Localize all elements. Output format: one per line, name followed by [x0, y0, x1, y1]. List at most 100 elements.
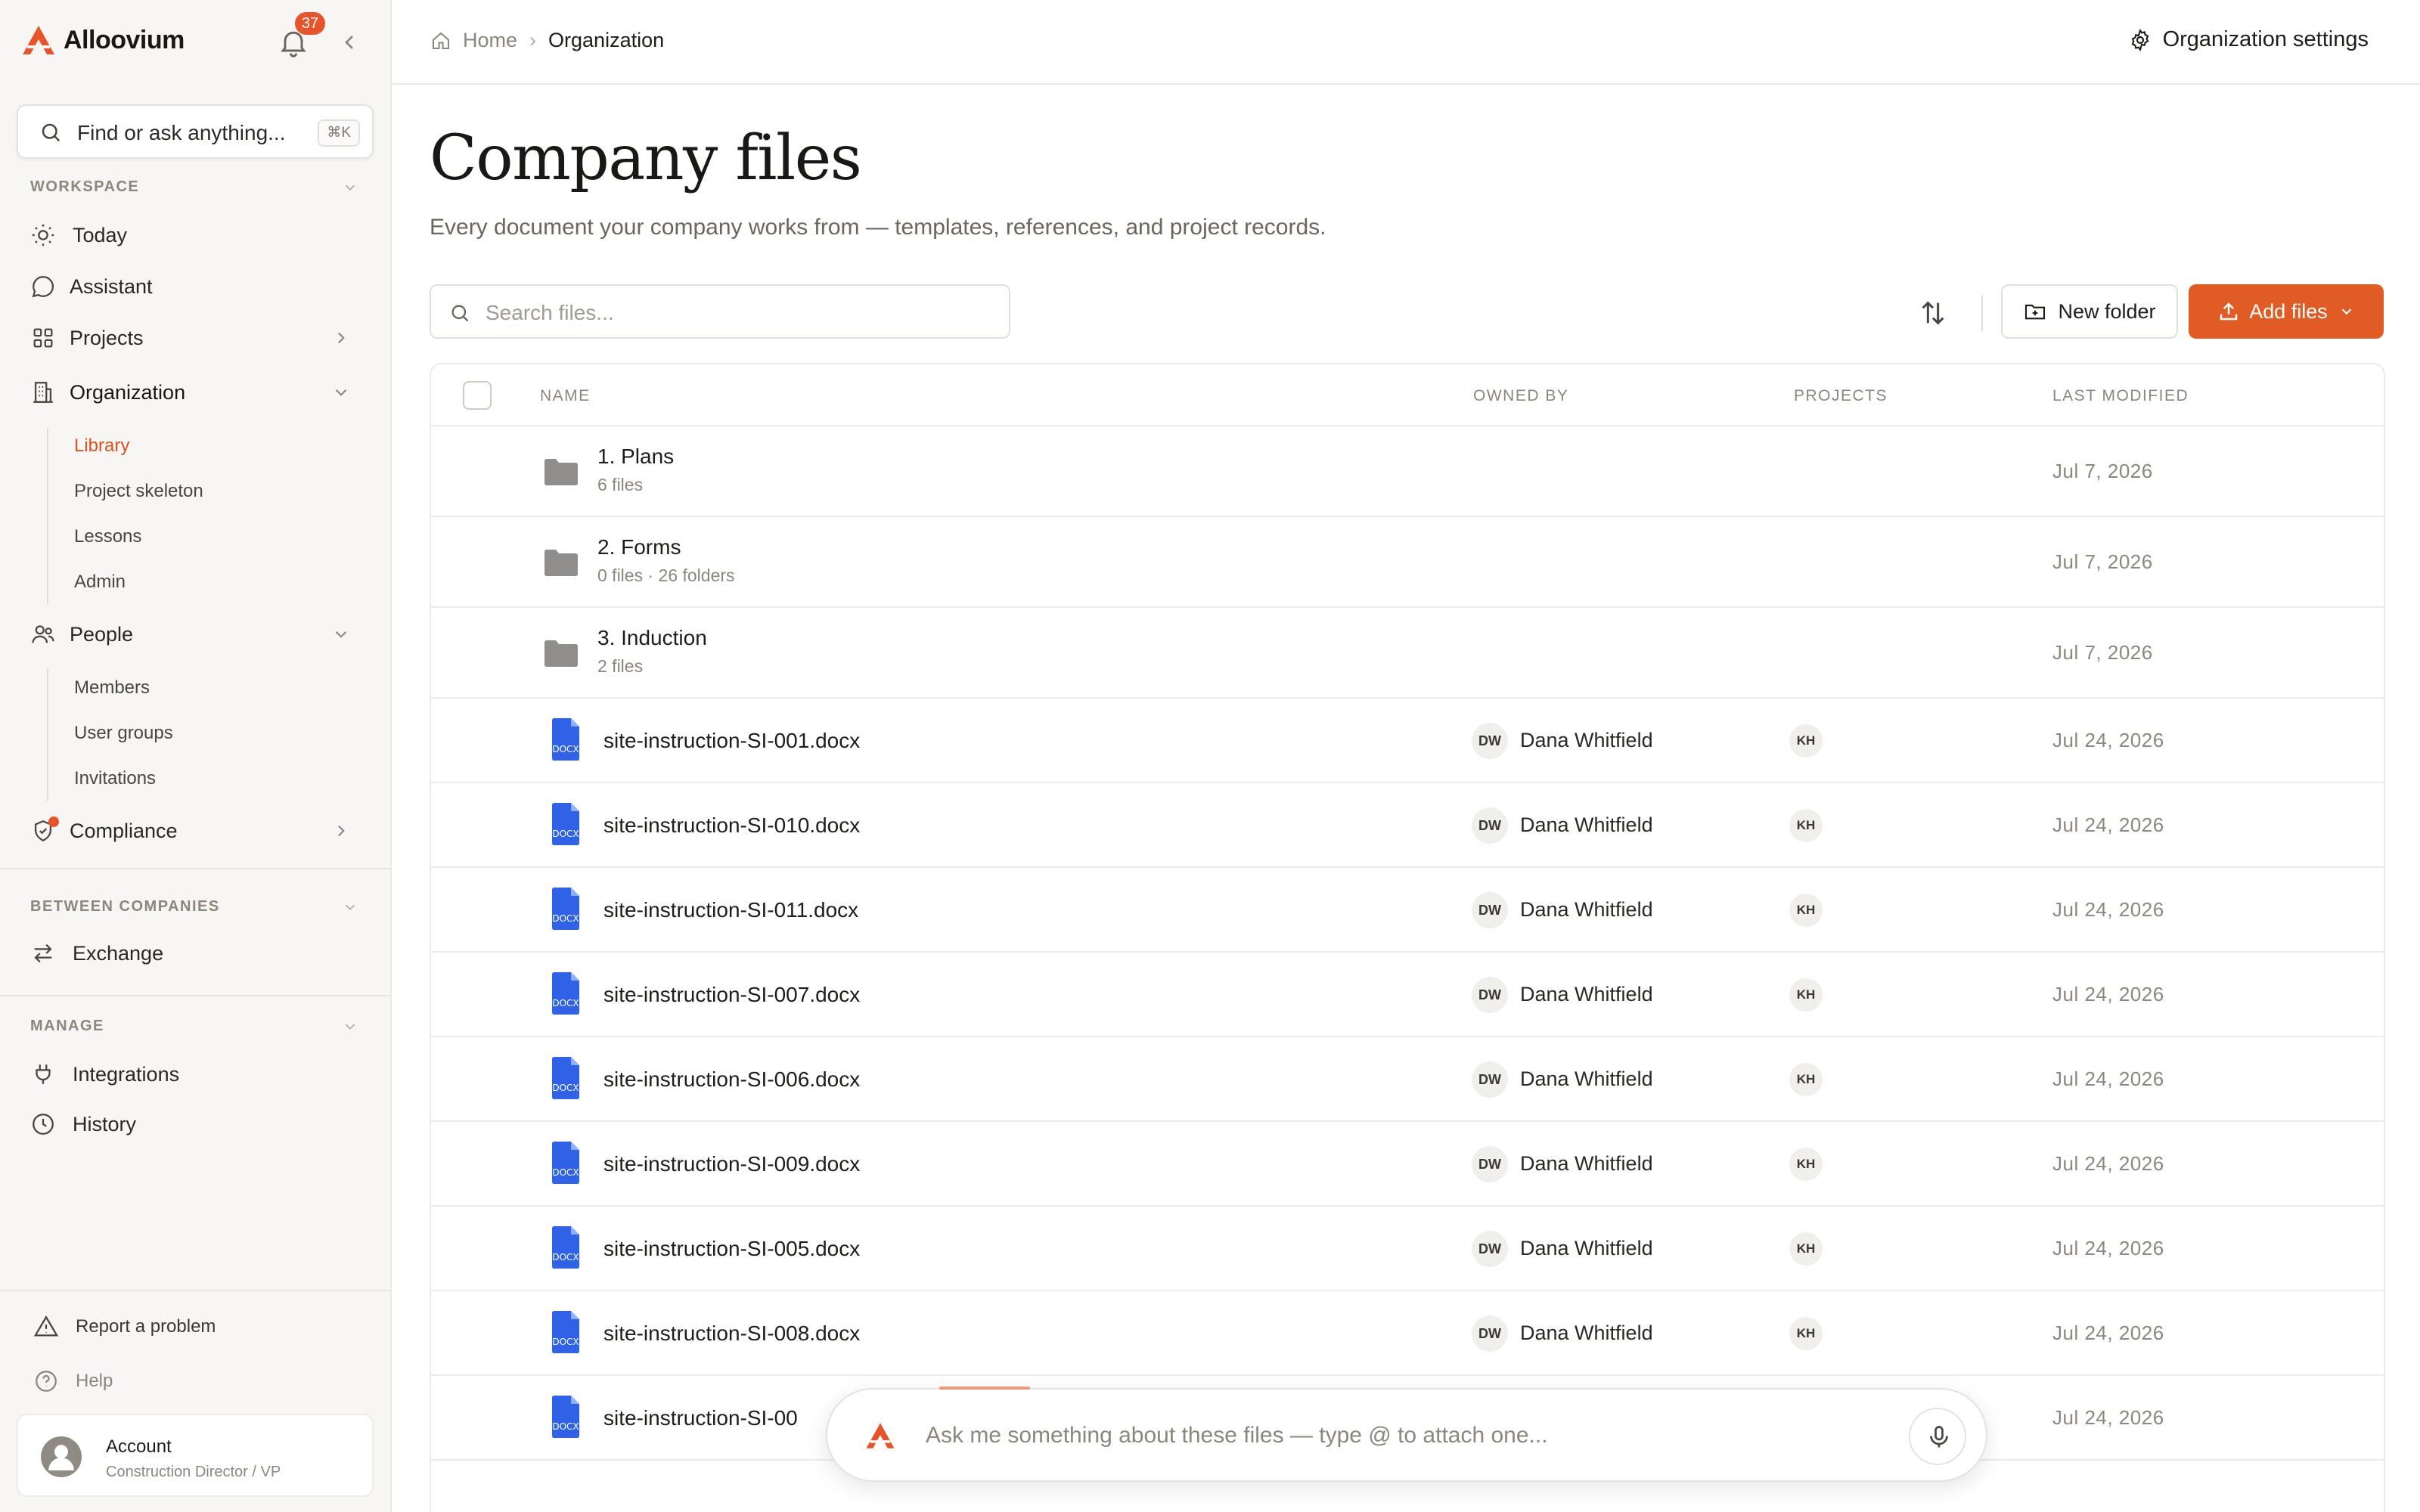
file-name[interactable]: site-instruction-SI-010.docx	[603, 813, 860, 838]
table-row[interactable]: DOCX site-instruction-SI-011.docx DW Dana W…	[431, 868, 2384, 953]
chevron-right-icon[interactable]	[331, 328, 351, 348]
search-icon	[42, 123, 60, 142]
gear-icon	[2131, 28, 2149, 51]
help-link[interactable]: Help	[33, 1368, 113, 1394]
global-search-placeholder: Find or ask anything...	[77, 121, 286, 144]
organization-settings-button[interactable]: Organization settings	[2128, 27, 2369, 52]
file-name[interactable]: site-instruction-SI-011.docx	[603, 898, 858, 922]
help-label: Help	[76, 1371, 113, 1391]
project-badge[interactable]: KH	[1789, 978, 1823, 1012]
table-row[interactable]: 2. Forms 0 files · 26 folders Jul 7, 2026	[431, 517, 2384, 608]
sidebar-item-assistant[interactable]: Assistant	[30, 268, 153, 305]
ask-assistant-bar[interactable]: Ask me something about these files — typ…	[826, 1387, 1987, 1482]
home-icon[interactable]	[430, 29, 452, 52]
column-header-owner[interactable]: OWNED BY	[1473, 387, 1568, 405]
sidebar-item-label: Today	[73, 223, 128, 246]
sidebar-item-organization[interactable]: Organization	[30, 373, 185, 411]
project-badge[interactable]: KH	[1789, 894, 1823, 927]
sidebar-subitem-user-groups[interactable]: User groups	[74, 723, 173, 744]
sidebar-item-integrations[interactable]: Integrations	[30, 1055, 179, 1093]
file-search-input[interactable]	[486, 296, 985, 330]
project-badge[interactable]: KH	[1789, 1232, 1823, 1266]
collapse-sidebar-icon[interactable]	[337, 30, 361, 54]
sidebar-subitem-lessons[interactable]: Lessons	[74, 526, 141, 547]
table-row[interactable]: DOCX site-instruction-SI-005.docx DW Dana W…	[431, 1207, 2384, 1291]
docx-file-icon: DOCX	[552, 1396, 579, 1438]
column-header-modified[interactable]: LAST MODIFIED	[2052, 387, 2189, 405]
account-card[interactable]: Account Construction Director / VP	[17, 1414, 374, 1497]
last-modified: Jul 24, 2026	[2052, 1067, 2164, 1090]
section-workspace-chevron-icon[interactable]	[342, 179, 358, 196]
microphone-button[interactable]	[1909, 1408, 1966, 1465]
organization-subtree-line	[47, 428, 48, 605]
sidebar-subitem-invitations[interactable]: Invitations	[74, 768, 156, 789]
select-all-checkbox[interactable]	[463, 381, 492, 410]
sidebar-subitem-project-skeleton[interactable]: Project skeleton	[74, 481, 203, 502]
project-badge[interactable]: KH	[1789, 1148, 1823, 1181]
file-name[interactable]: site-instruction-SI-008.docx	[603, 1321, 860, 1346]
chevron-down-icon	[2341, 308, 2352, 315]
owner-avatar: DW	[1472, 723, 1508, 759]
add-files-button[interactable]: Add files	[2189, 284, 2384, 339]
section-between-chevron-icon[interactable]	[342, 899, 358, 916]
table-row[interactable]: DOCX site-instruction-SI-008.docx DW Dana W…	[431, 1291, 2384, 1376]
docx-file-icon: DOCX	[552, 1142, 579, 1184]
sidebar: Alloovium 37 Find or ask anything... ⌘K …	[0, 0, 392, 1512]
new-folder-button[interactable]: New folder	[2001, 284, 2178, 339]
sidebar-item-label: Organization	[70, 380, 186, 404]
sidebar-item-people[interactable]: People	[30, 615, 133, 653]
folder-name[interactable]: 3. Induction	[597, 626, 707, 650]
avatar	[41, 1436, 82, 1477]
table-row[interactable]: DOCX site-instruction-SI-010.docx DW Dana W…	[431, 783, 2384, 868]
sidebar-subitem-library[interactable]: Library	[74, 435, 129, 457]
file-name[interactable]: site-instruction-SI-00	[603, 1406, 798, 1430]
chevron-down-icon[interactable]	[331, 383, 351, 402]
file-name[interactable]: site-instruction-SI-007.docx	[603, 983, 860, 1007]
global-search-input[interactable]: Find or ask anything... ⌘K	[17, 104, 374, 159]
table-row[interactable]: 1. Plans 6 files Jul 7, 2026	[431, 426, 2384, 517]
project-badge[interactable]: KH	[1789, 1063, 1823, 1096]
table-row[interactable]: DOCX site-instruction-SI-007.docx DW Dana W…	[431, 953, 2384, 1037]
table-row[interactable]: DOCX site-instruction-SI-001.docx DW Dana W…	[431, 699, 2384, 783]
exchange-arrows-icon	[34, 943, 52, 963]
table-row[interactable]: DOCX site-instruction-SI-006.docx DW Dana W…	[431, 1037, 2384, 1122]
owner-avatar: DW	[1472, 1315, 1508, 1352]
svg-text:DOCX: DOCX	[552, 998, 579, 1009]
breadcrumb-home[interactable]: Home	[463, 29, 517, 52]
sidebar-subitem-members[interactable]: Members	[74, 677, 150, 699]
table-row[interactable]: 3. Induction 2 files Jul 7, 2026	[431, 608, 2384, 699]
chevron-down-icon[interactable]	[331, 624, 351, 644]
report-problem-link[interactable]: Report a problem	[33, 1314, 216, 1340]
file-name[interactable]: site-instruction-SI-005.docx	[603, 1237, 860, 1261]
sidebar-divider	[0, 1290, 392, 1291]
svg-text:DOCX: DOCX	[552, 744, 579, 754]
column-header-projects[interactable]: PROJECTS	[1794, 387, 1888, 405]
folder-name[interactable]: 1. Plans	[597, 445, 674, 469]
project-badge[interactable]: KH	[1789, 1317, 1823, 1350]
brand[interactable]: Alloovium	[20, 24, 185, 56]
svg-text:DOCX: DOCX	[552, 1337, 579, 1347]
chevron-right-icon[interactable]	[331, 821, 351, 841]
sidebar-item-exchange[interactable]: Exchange	[30, 934, 163, 972]
sidebar-item-today[interactable]: Today	[30, 216, 127, 254]
column-header-name[interactable]: NAME	[540, 387, 591, 405]
section-manage-chevron-icon[interactable]	[342, 1018, 358, 1035]
ask-input-placeholder[interactable]: Ask me something about these files — typ…	[926, 1423, 1548, 1448]
sort-arrows-icon[interactable]	[1918, 298, 1948, 328]
table-row[interactable]: DOCX site-instruction-SI-009.docx DW Dana W…	[431, 1122, 2384, 1207]
file-search-field[interactable]	[430, 284, 1010, 339]
folder-name[interactable]: 2. Forms	[597, 535, 681, 559]
last-modified: Jul 24, 2026	[2052, 983, 2164, 1005]
chat-bubble-icon	[32, 276, 54, 298]
toolbar-separator	[1981, 295, 1983, 331]
sidebar-item-projects[interactable]: Projects	[30, 319, 144, 357]
sidebar-item-history[interactable]: History	[30, 1105, 136, 1143]
file-name[interactable]: site-instruction-SI-001.docx	[603, 729, 860, 753]
sidebar-subitem-admin[interactable]: Admin	[74, 572, 126, 593]
project-badge[interactable]: KH	[1789, 809, 1823, 842]
account-name: Account	[106, 1436, 172, 1457]
file-name[interactable]: site-instruction-SI-009.docx	[603, 1152, 860, 1176]
file-name[interactable]: site-instruction-SI-006.docx	[603, 1067, 860, 1092]
sidebar-item-label: Assistant	[70, 274, 153, 298]
project-badge[interactable]: KH	[1789, 724, 1823, 758]
